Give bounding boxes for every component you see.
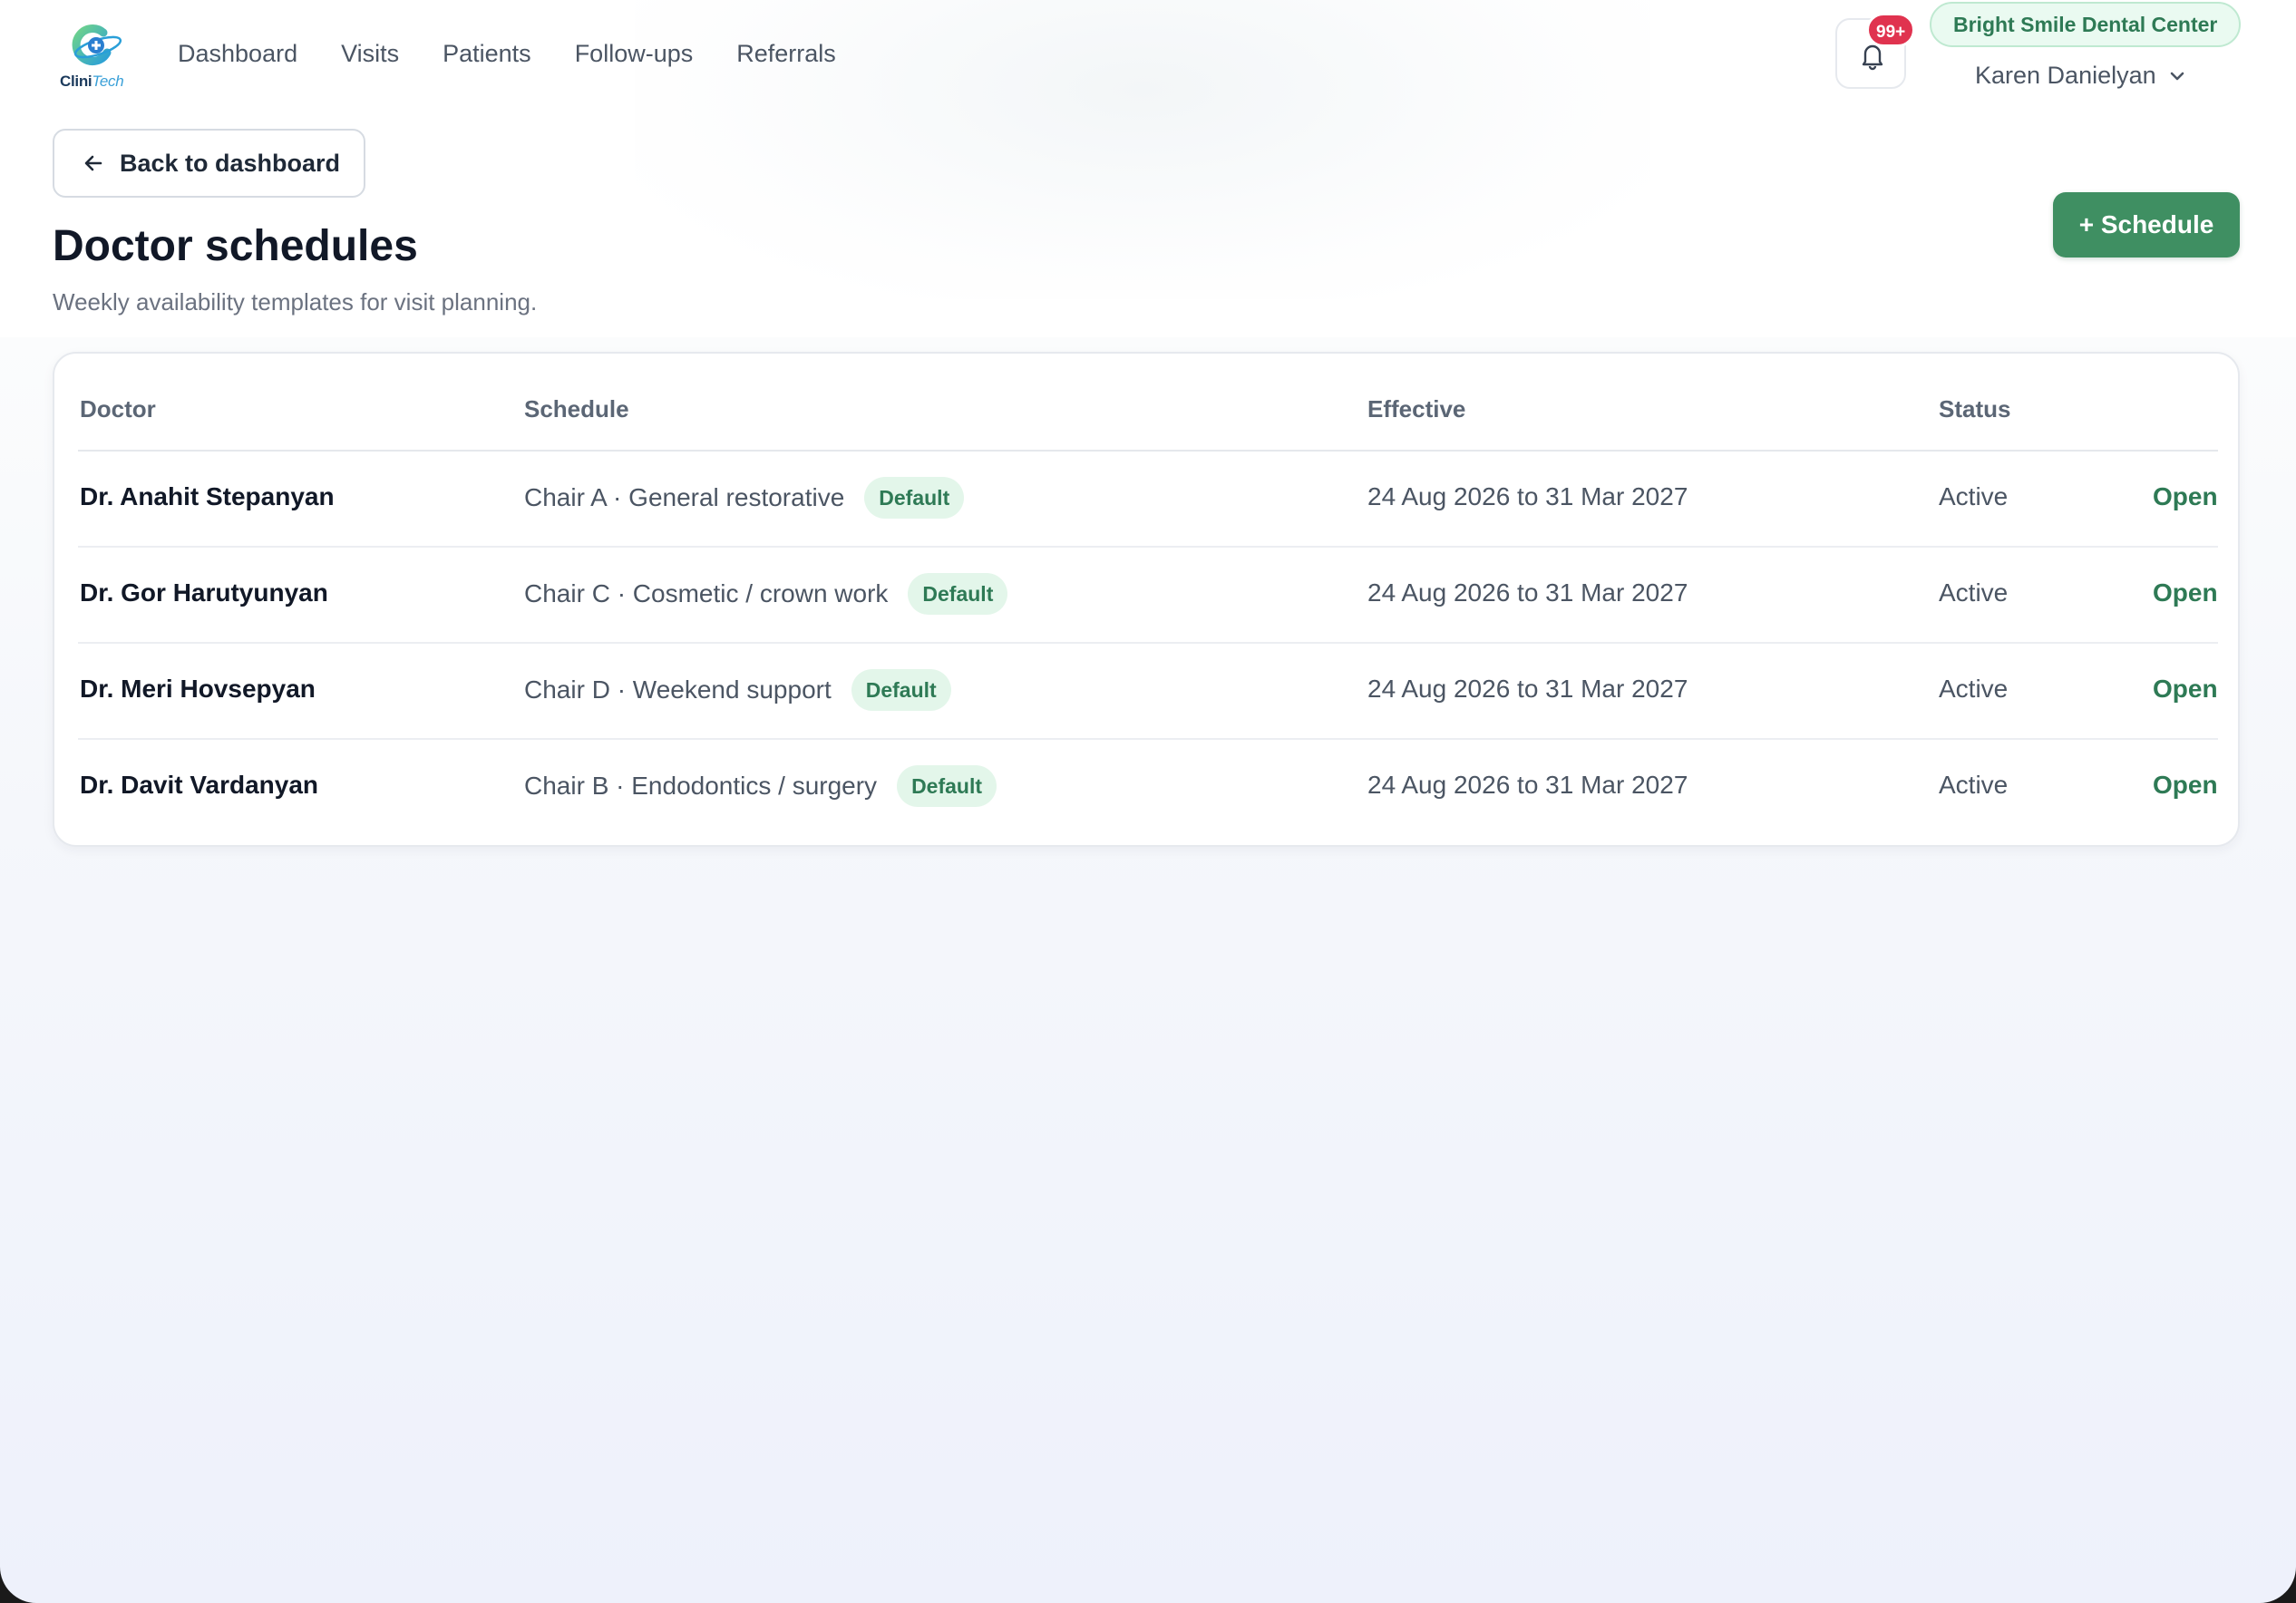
doctor-name: Dr. Davit Vardanyan — [80, 771, 319, 799]
column-header-effective: Effective — [1367, 395, 1466, 423]
add-schedule-button[interactable]: + Schedule — [2053, 192, 2240, 257]
clinic-name-badge[interactable]: Bright Smile Dental Center — [1930, 2, 2242, 47]
open-link[interactable]: Open — [2153, 482, 2218, 511]
user-menu[interactable]: Karen Danielyan — [1975, 62, 2187, 90]
status-text: Active — [1939, 482, 2009, 510]
main-nav: Dashboard Visits Patients Follow-ups Ref… — [178, 40, 836, 68]
schedule-name: Chair A · General restorative — [524, 483, 845, 511]
column-header-doctor: Doctor — [80, 395, 156, 423]
effective-range: 24 Aug 2026 to 31 Mar 2027 — [1367, 771, 1688, 799]
nav-item-visits[interactable]: Visits — [341, 40, 399, 68]
app-screen: CliniTech Dashboard Visits Patients Foll… — [0, 0, 2296, 1603]
doctor-name: Dr. Meri Hovsepyan — [80, 675, 316, 703]
back-button-label: Back to dashboard — [120, 149, 341, 177]
default-badge: Default — [897, 765, 997, 807]
nav-item-dashboard[interactable]: Dashboard — [178, 40, 297, 68]
nav-item-referrals[interactable]: Referrals — [736, 40, 836, 68]
table-row[interactable]: Dr. Anahit Stepanyan Chair A · General r… — [54, 452, 2242, 548]
schedule-name: Chair D · Weekend support — [524, 675, 832, 704]
open-link[interactable]: Open — [2153, 578, 2218, 607]
default-badge: Default — [864, 477, 965, 519]
nav-item-follow-ups[interactable]: Follow-ups — [575, 40, 694, 68]
default-badge: Default — [908, 573, 1008, 615]
notification-count-badge: 99+ — [1866, 13, 1916, 47]
open-link[interactable]: Open — [2153, 771, 2218, 800]
schedule-cell: Chair A · General restorative Default — [524, 477, 965, 519]
page-title: Doctor schedules — [53, 222, 418, 270]
doctor-name: Dr. Anahit Stepanyan — [80, 482, 335, 510]
effective-range: 24 Aug 2026 to 31 Mar 2027 — [1367, 578, 1688, 607]
chevron-down-icon — [2170, 72, 2184, 80]
status-text: Active — [1939, 771, 2009, 799]
schedule-name: Chair B · Endodontics / surgery — [524, 772, 878, 800]
schedule-cell: Chair C · Cosmetic / crown work Default — [524, 573, 1008, 615]
back-to-dashboard-button[interactable]: Back to dashboard — [53, 129, 365, 198]
logo-text: CliniTech — [60, 73, 124, 90]
status-text: Active — [1939, 578, 2009, 607]
user-name: Karen Danielyan — [1975, 62, 2156, 89]
effective-range: 24 Aug 2026 to 31 Mar 2027 — [1367, 675, 1688, 703]
schedule-cell: Chair B · Endodontics / surgery Default — [524, 765, 997, 807]
page-subtitle: Weekly availability templates for visit … — [53, 288, 538, 316]
effective-range: 24 Aug 2026 to 31 Mar 2027 — [1367, 482, 1688, 510]
doctor-name: Dr. Gor Harutyunyan — [80, 578, 328, 607]
schedules-table: Doctor Schedule Effective Status Dr. Ana… — [53, 352, 2240, 847]
schedule-name: Chair C · Cosmetic / crown work — [524, 579, 889, 607]
nav-item-patients[interactable]: Patients — [443, 40, 531, 68]
status-text: Active — [1939, 675, 2009, 703]
schedule-cell: Chair D · Weekend support Default — [524, 669, 951, 711]
logo-icon — [72, 24, 122, 65]
column-header-status: Status — [1939, 395, 2011, 423]
column-header-schedule: Schedule — [524, 395, 629, 423]
arrow-left-icon — [84, 155, 102, 171]
default-badge: Default — [851, 669, 951, 711]
table-row[interactable]: Dr. Davit Vardanyan Chair B · Endodontic… — [54, 740, 2242, 836]
clinitech-logo[interactable]: CliniTech — [54, 20, 136, 92]
table-row[interactable]: Dr. Meri Hovsepyan Chair D · Weekend sup… — [54, 644, 2242, 740]
open-link[interactable]: Open — [2153, 675, 2218, 704]
table-row[interactable]: Dr. Gor Harutyunyan Chair C · Cosmetic /… — [54, 548, 2242, 644]
